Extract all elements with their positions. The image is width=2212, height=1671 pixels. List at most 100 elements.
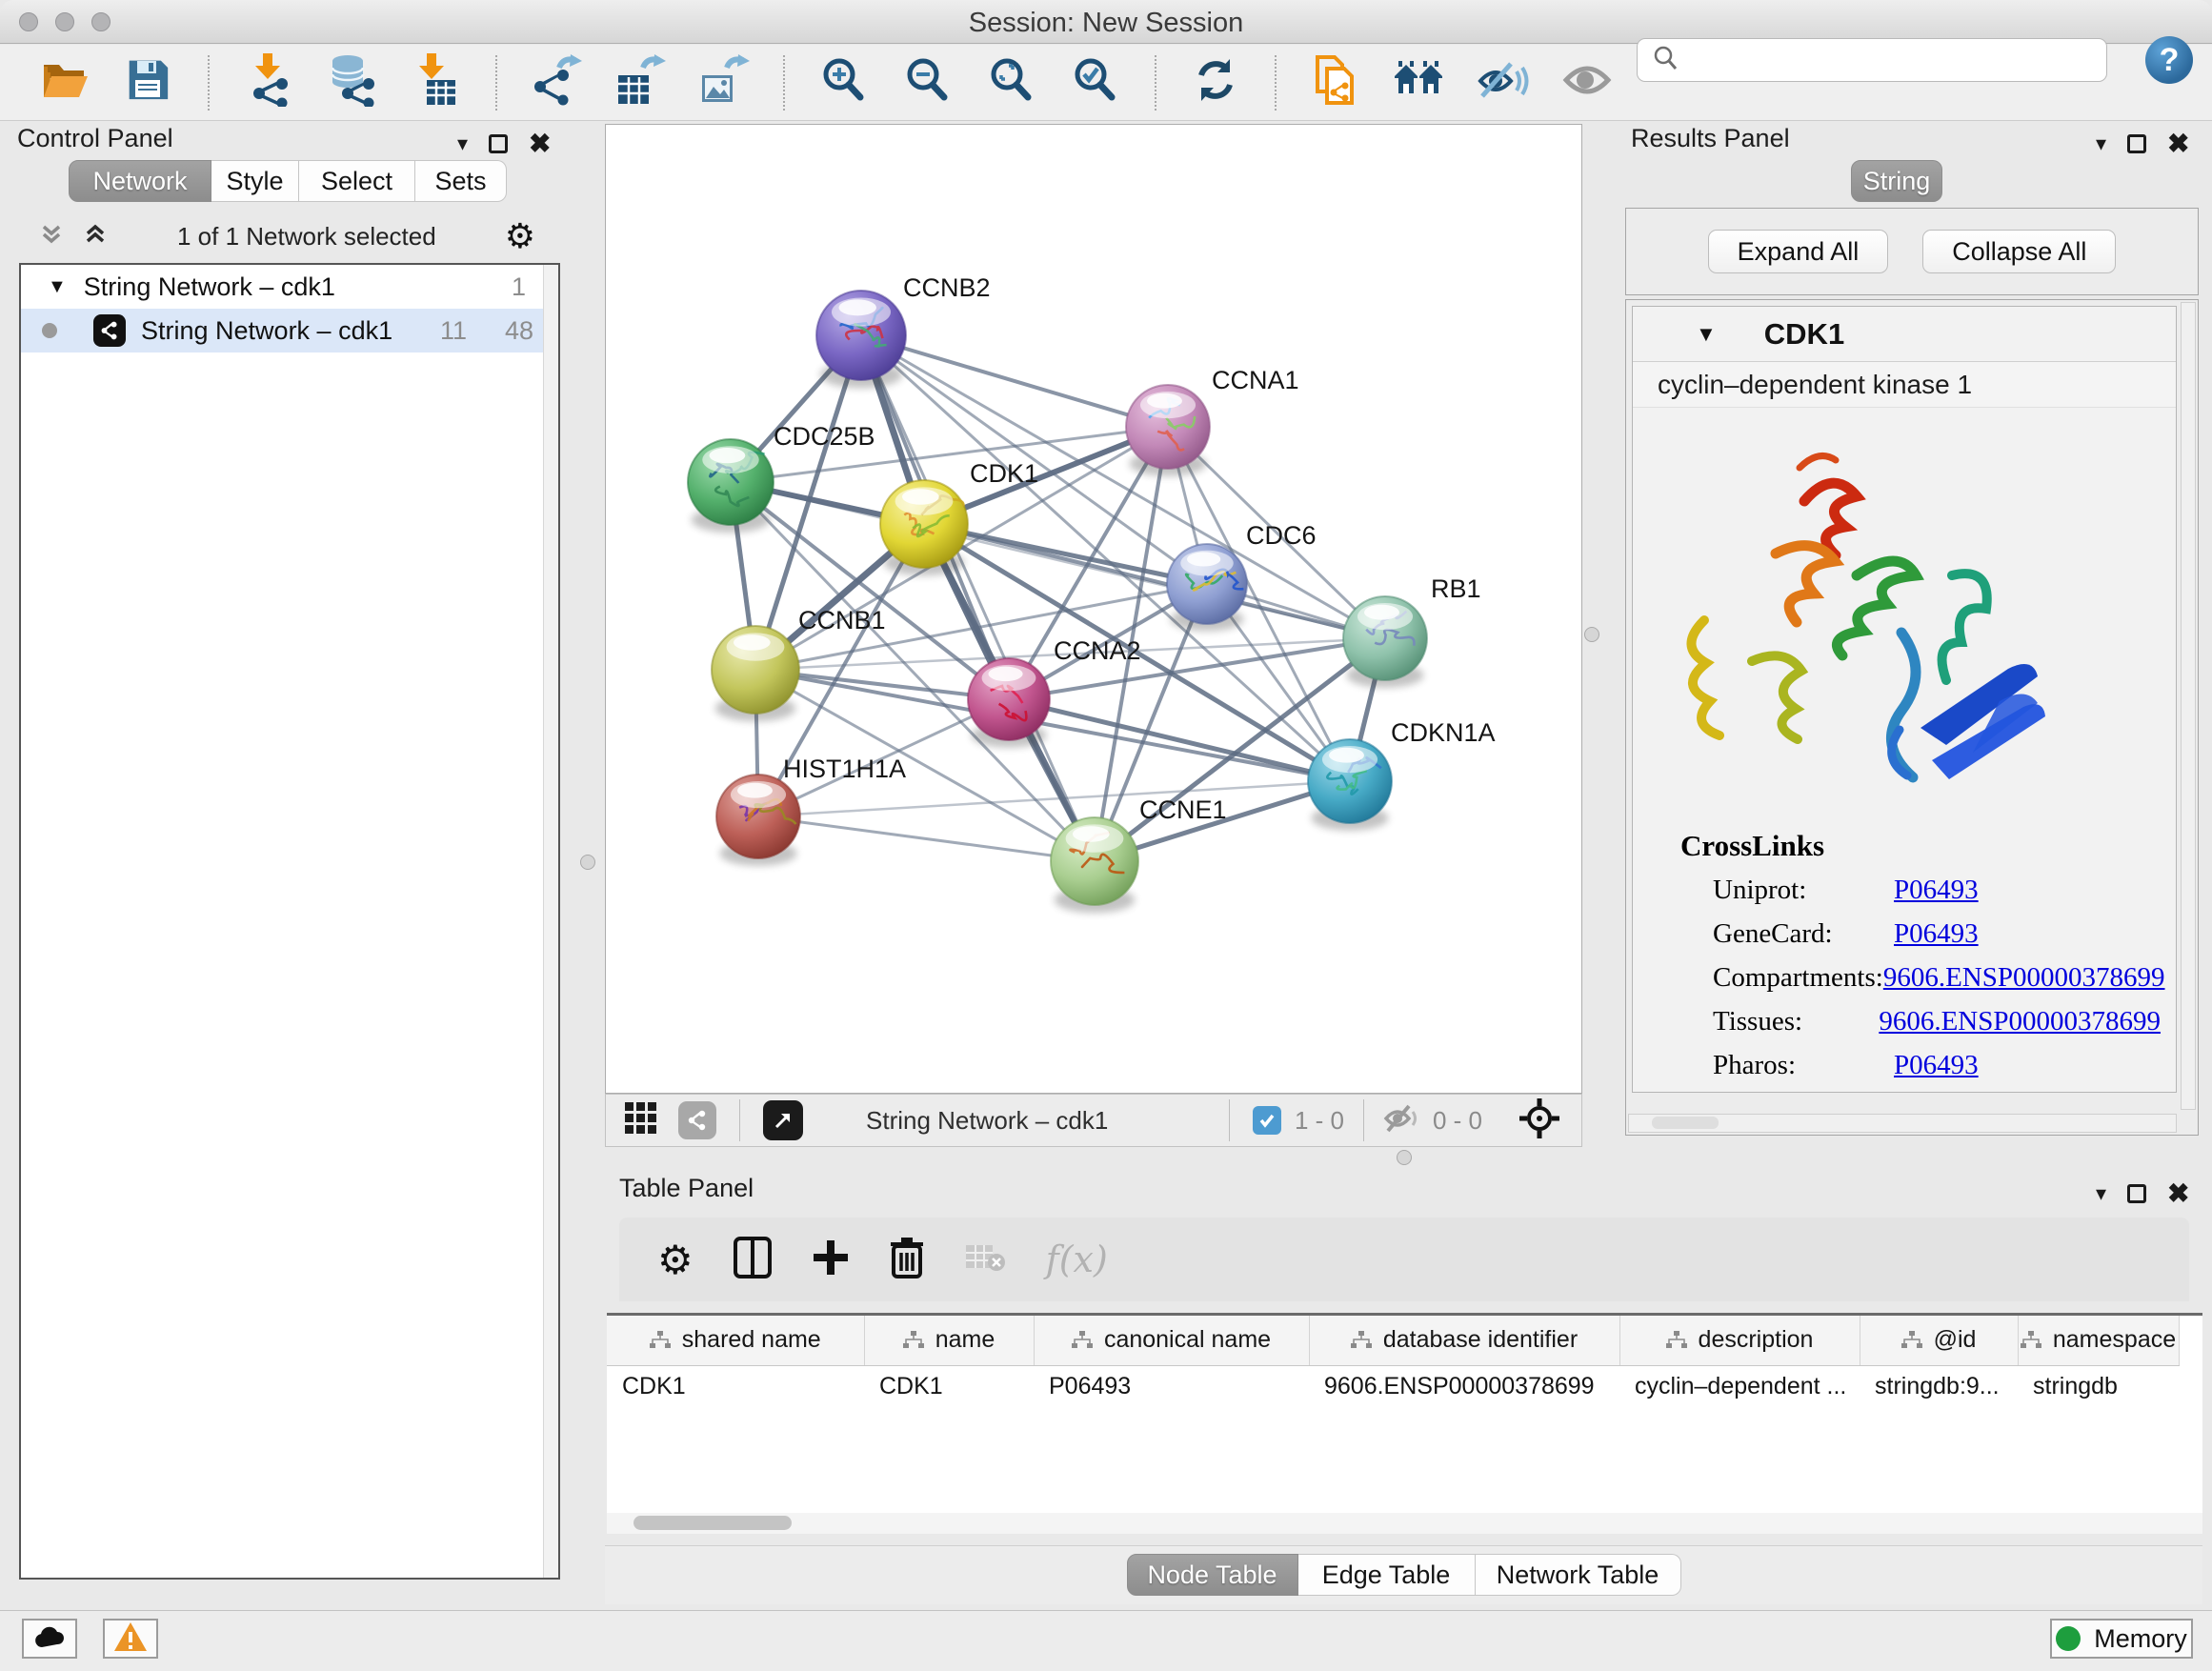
results-panel-title: Results Panel — [1631, 124, 1790, 153]
add-column-icon[interactable] — [812, 1238, 850, 1281]
selected-checkbox-icon[interactable] — [1253, 1106, 1281, 1135]
network-row[interactable]: String Network – cdk1 11 48 — [21, 309, 558, 352]
zoom-in-button[interactable] — [817, 54, 871, 111]
table-panel-menu-icon[interactable]: ▾ — [2096, 1181, 2106, 1206]
zoom-selected-button[interactable] — [1069, 54, 1122, 111]
network-node-CCNB2[interactable] — [816, 291, 906, 388]
control-panel-float-icon[interactable] — [489, 134, 508, 153]
collapse-all-icon[interactable] — [38, 221, 65, 252]
network-node-CCNB1[interactable] — [712, 626, 799, 721]
open-session-button[interactable] — [38, 54, 91, 111]
zoom-fit-button[interactable] — [985, 54, 1038, 111]
zoom-out-button[interactable] — [901, 54, 955, 111]
network-type-icon — [93, 314, 126, 347]
column-header[interactable]: namespace — [2018, 1316, 2179, 1365]
expand-all-button[interactable]: Expand All — [1708, 230, 1889, 273]
hide-selected-button[interactable] — [1477, 54, 1530, 111]
tab-style[interactable]: Style — [211, 160, 299, 202]
refresh-button[interactable] — [1189, 54, 1242, 111]
network-node-CCNA2[interactable] — [968, 658, 1050, 748]
control-panel-menu-icon[interactable]: ▾ — [457, 131, 468, 156]
network-node-HIST1H1A[interactable] — [716, 775, 800, 866]
tab-network[interactable]: Network — [69, 160, 211, 202]
network-graph[interactable]: CCNB2CCNA1CDC25BCDK1CDC6RB1CCNB1CCNA2CDK… — [606, 125, 1581, 1093]
results-horizontal-scrollbar[interactable] — [1628, 1114, 2177, 1133]
houses-overview-button[interactable] — [1393, 54, 1446, 111]
network-node-CDC6[interactable] — [1167, 544, 1247, 632]
export-image-button[interactable] — [697, 54, 751, 111]
control-panel-close-icon[interactable]: ✖ — [529, 128, 551, 159]
protein-card-header[interactable]: ▼ CDK1 — [1633, 307, 2176, 362]
collection-caret-icon[interactable]: ▼ — [48, 276, 67, 298]
toolbar-search-field[interactable] — [1637, 38, 2107, 82]
tab-select[interactable]: Select — [299, 160, 415, 202]
bottom-splitter-handle[interactable] — [1397, 1150, 1412, 1165]
collapse-all-button[interactable]: Collapse All — [1922, 230, 2116, 273]
crosslink-link[interactable]: P06493 — [1894, 1050, 1979, 1081]
column-header[interactable]: shared name — [607, 1316, 864, 1365]
column-header[interactable]: description — [1619, 1316, 1860, 1365]
network-node-RB1[interactable] — [1343, 596, 1427, 688]
tab-sets[interactable]: Sets — [415, 160, 507, 202]
export-table-button[interactable] — [613, 54, 667, 111]
table-panel-close-icon[interactable]: ✖ — [2167, 1178, 2189, 1209]
cloud-status-button[interactable] — [22, 1619, 77, 1659]
tab-edge-table[interactable]: Edge Table — [1298, 1554, 1476, 1596]
results-panel-menu-icon[interactable]: ▾ — [2096, 131, 2106, 156]
crosslink-link[interactable]: P06493 — [1894, 875, 1979, 906]
protein-caret-icon[interactable]: ▼ — [1696, 322, 1717, 347]
delete-column-trash-icon[interactable] — [890, 1237, 924, 1283]
warnings-button[interactable] — [103, 1619, 158, 1659]
network-node-CDC25B[interactable] — [688, 439, 774, 533]
crosslink-link[interactable]: 9606.ENSP00000378699 — [1883, 962, 2165, 994]
crosslink-link[interactable]: P06493 — [1894, 918, 1979, 950]
results-panel-float-icon[interactable] — [2127, 134, 2146, 153]
network-node-CCNE1[interactable] — [1051, 817, 1138, 913]
duplicate-network-button[interactable] — [1309, 54, 1362, 111]
network-canvas[interactable]: CCNB2CCNA1CDC25BCDK1CDC6RB1CCNB1CCNA2CDK… — [605, 124, 1582, 1094]
import-network-database-button[interactable] — [326, 54, 379, 111]
network-options-gear-icon[interactable]: ⚙ — [505, 217, 535, 256]
tab-string[interactable]: String — [1851, 160, 1942, 202]
show-columns-icon[interactable] — [734, 1237, 772, 1283]
grid-view-icon[interactable] — [625, 1102, 657, 1139]
import-network-file-button[interactable] — [242, 54, 295, 111]
node-label-CCNB2: CCNB2 — [903, 273, 991, 302]
network-edge[interactable] — [758, 816, 1095, 861]
table-settings-gear-icon[interactable]: ⚙ — [657, 1237, 694, 1283]
network-collection-row[interactable]: ▼ String Network – cdk1 1 — [21, 265, 558, 309]
help-button[interactable]: ? — [2145, 36, 2193, 84]
table-panel-float-icon[interactable] — [2127, 1184, 2146, 1203]
results-panel-close-icon[interactable]: ✖ — [2167, 128, 2189, 159]
column-header[interactable]: @id — [1860, 1316, 2018, 1365]
table-row[interactable]: CDK1 CDK1 P06493 9606.ENSP00000378699 cy… — [607, 1365, 2179, 1407]
network-edge[interactable] — [861, 335, 1168, 427]
birdseye-view-icon[interactable] — [763, 1100, 803, 1140]
column-header[interactable]: name — [864, 1316, 1034, 1365]
memory-button[interactable]: Memory — [2050, 1619, 2193, 1659]
search-input[interactable] — [1689, 46, 2097, 75]
show-all-button[interactable] — [1560, 54, 1614, 111]
status-bar: Memory — [0, 1610, 2212, 1671]
network-node-CDK1[interactable] — [880, 480, 968, 575]
table-horizontal-scrollbar[interactable] — [607, 1513, 2202, 1534]
column-type-icon — [1072, 1331, 1093, 1350]
crosshair-icon[interactable] — [1518, 1097, 1560, 1144]
right-splitter-handle[interactable] — [1584, 627, 1599, 642]
network-node-CCNA1[interactable] — [1126, 385, 1210, 476]
network-node-CDKN1A[interactable] — [1308, 739, 1392, 831]
results-vertical-scrollbar[interactable] — [2181, 302, 2196, 1110]
memory-status-dot-icon — [2056, 1626, 2081, 1651]
tab-node-table[interactable]: Node Table — [1127, 1554, 1298, 1596]
column-header[interactable]: canonical name — [1034, 1316, 1309, 1365]
expand-all-icon[interactable] — [82, 221, 109, 252]
save-session-button[interactable] — [122, 54, 175, 111]
export-network-button[interactable] — [530, 54, 583, 111]
crosslink-link[interactable]: 9606.ENSP00000378699 — [1879, 1006, 2161, 1037]
network-tree-scrollbar[interactable] — [543, 265, 558, 1578]
import-table-file-button[interactable] — [410, 54, 463, 111]
tab-network-table[interactable]: Network Table — [1476, 1554, 1681, 1596]
column-header[interactable]: database identifier — [1309, 1316, 1619, 1365]
left-splitter-handle[interactable] — [580, 855, 595, 870]
network-share-view-icon[interactable] — [678, 1101, 716, 1139]
